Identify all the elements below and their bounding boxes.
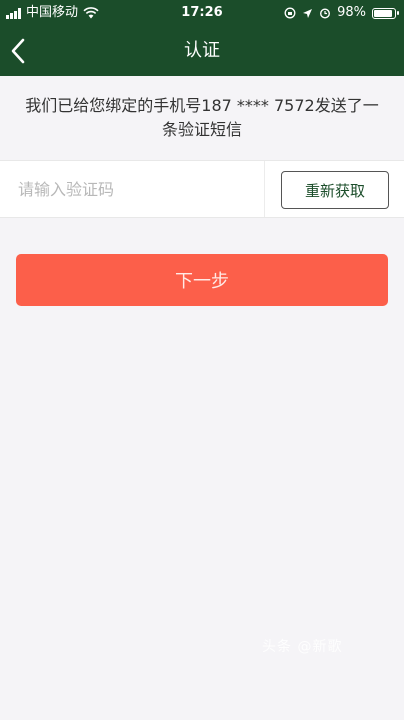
app-header: 中国移动 17:26 98% 认证 <box>0 0 404 76</box>
alarm-icon <box>320 8 331 19</box>
page-title: 认证 <box>184 40 220 61</box>
divider <box>264 161 265 217</box>
battery-percent: 98% <box>337 5 366 20</box>
status-right: 98% <box>284 0 399 26</box>
verification-code-row: 重新获取 <box>0 160 404 218</box>
nav-bar: 认证 <box>0 26 404 76</box>
status-bar: 中国移动 17:26 98% <box>0 0 404 26</box>
resend-code-button[interactable]: 重新获取 <box>281 171 389 209</box>
battery-icon <box>372 7 399 19</box>
sms-notice-text: 我们已给您绑定的手机号187 **** 7572发送了一条验证短信 <box>25 96 379 139</box>
next-step-button[interactable]: 下一步 <box>16 254 388 306</box>
verification-code-input[interactable] <box>0 161 264 217</box>
lock-rotation-icon <box>284 7 296 19</box>
location-icon <box>303 8 313 18</box>
watermark-text: 头条 @新歌 <box>262 639 343 655</box>
